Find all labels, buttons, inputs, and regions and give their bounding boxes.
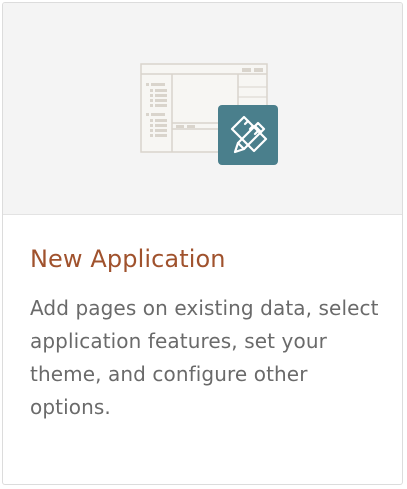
card-title[interactable]: New Application [30,243,380,275]
card-illustration-area [3,3,402,215]
card-description: Add pages on existing data, select appli… [30,296,379,419]
new-application-card[interactable]: New Application Add pages on existing da… [2,2,403,485]
app-builder-ruler-pencil-icon [140,63,278,165]
card-body: New Application Add pages on existing da… [30,243,380,424]
